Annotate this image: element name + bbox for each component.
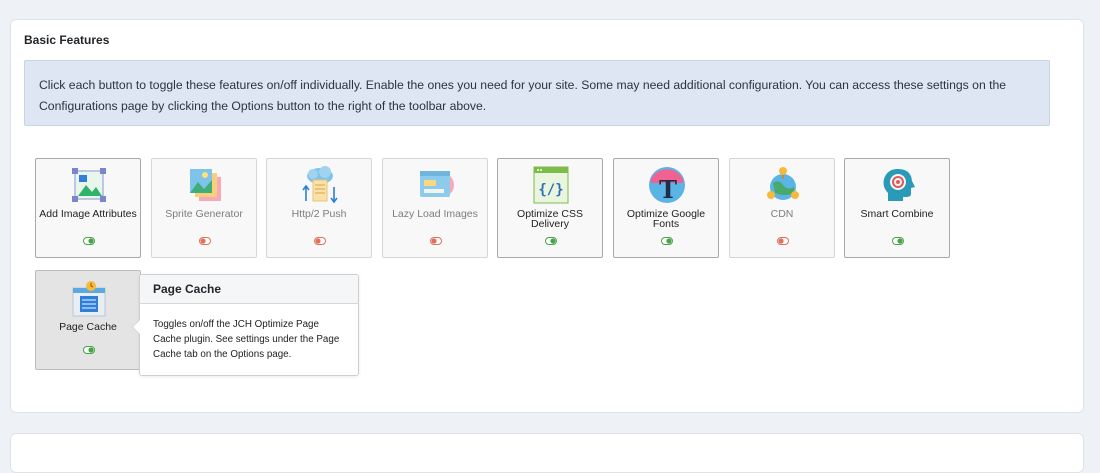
toggle-off-icon[interactable] bbox=[199, 237, 211, 245]
page-cache-tooltip: Page Cache Toggles on/off the JCH Optimi… bbox=[132, 274, 359, 376]
image-attributes-icon bbox=[72, 168, 106, 202]
toggle-on-icon[interactable] bbox=[892, 237, 904, 245]
feature-page-cache[interactable]: Page Cache bbox=[35, 270, 141, 370]
font-t-icon: T bbox=[649, 167, 685, 204]
info-alert: Click each button to toggle these featur… bbox=[24, 60, 1050, 126]
feature-sprite-generator[interactable]: Sprite Generator bbox=[151, 158, 257, 258]
feature-label: Add Image Attributes bbox=[39, 208, 137, 220]
toggle-on-icon[interactable] bbox=[545, 237, 557, 245]
feature-optimize-css-delivery[interactable]: {/} Optimize CSS Delivery bbox=[497, 158, 603, 258]
feature-label: CDN bbox=[770, 208, 794, 220]
cdn-globe-icon bbox=[767, 167, 799, 200]
toggle-off-icon[interactable] bbox=[430, 237, 442, 245]
cloud-push-icon bbox=[302, 166, 338, 204]
feature-label: Http/2 Push bbox=[291, 208, 347, 220]
toggle-on-icon[interactable] bbox=[83, 237, 95, 245]
sprite-generator-icon bbox=[190, 169, 221, 201]
next-panel bbox=[10, 433, 1084, 473]
feature-lazy-load-images[interactable]: Lazy Load Images bbox=[382, 158, 488, 258]
page-cache-icon bbox=[72, 281, 106, 317]
tooltip-body: Toggles on/off the JCH Optimize Page Cac… bbox=[153, 319, 340, 361]
feature-smart-combine[interactable]: Smart Combine bbox=[844, 158, 950, 258]
feature-label: Sprite Generator bbox=[165, 208, 243, 220]
smart-head-icon bbox=[883, 169, 915, 201]
toggle-off-icon[interactable] bbox=[777, 237, 789, 245]
feature-label: Optimize CSS Delivery bbox=[517, 208, 583, 230]
toggle-on-icon[interactable] bbox=[83, 346, 95, 354]
feature-label: Smart Combine bbox=[860, 208, 934, 220]
section-title: Basic Features bbox=[24, 33, 110, 47]
lazy-load-icon bbox=[420, 171, 454, 197]
svg-text:{/}: {/} bbox=[538, 182, 563, 198]
feature-cdn[interactable]: CDN bbox=[729, 158, 835, 258]
tooltip-arrow-fill bbox=[133, 320, 140, 334]
feature-add-image-attributes[interactable]: Add Image Attributes bbox=[35, 158, 141, 258]
feature-label: Optimize Google Fonts bbox=[626, 208, 706, 230]
toggle-off-icon[interactable] bbox=[314, 237, 326, 245]
svg-text:T: T bbox=[659, 175, 677, 204]
feature-http2-push[interactable]: Http/2 Push bbox=[266, 158, 372, 258]
feature-label: Lazy Load Images bbox=[392, 208, 478, 220]
feature-label: Page Cache bbox=[59, 321, 117, 333]
css-code-icon: {/} bbox=[533, 166, 569, 204]
feature-optimize-google-fonts[interactable]: T Optimize Google Fonts bbox=[613, 158, 719, 258]
tooltip-title: Page Cache bbox=[140, 275, 358, 304]
toggle-on-icon[interactable] bbox=[661, 237, 673, 245]
